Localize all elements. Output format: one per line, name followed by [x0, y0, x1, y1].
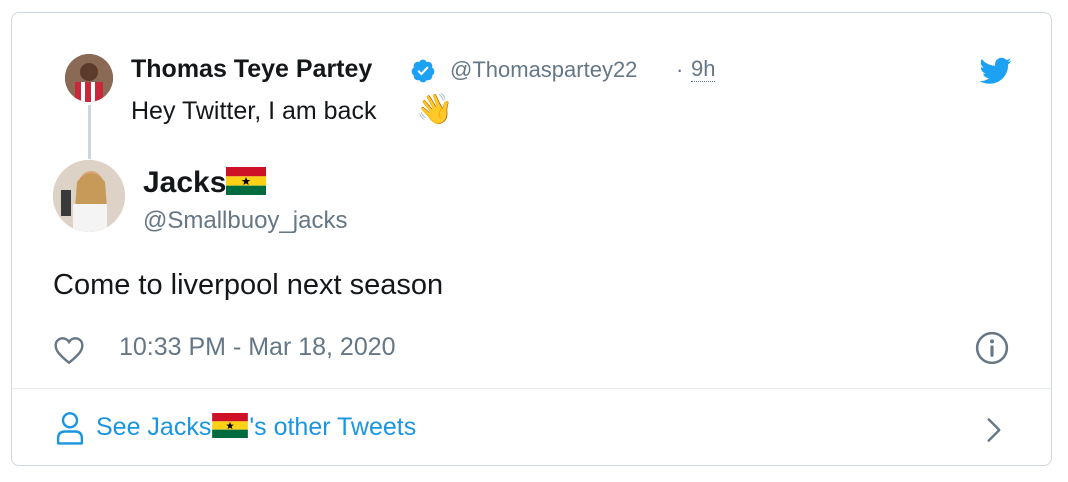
- verified-badge-icon: [411, 59, 435, 83]
- parent-tweet-time[interactable]: 9h: [691, 57, 716, 82]
- main-author-handle[interactable]: @Smallbuoy_jacks: [143, 207, 347, 235]
- info-icon[interactable]: [975, 331, 1009, 365]
- see-other-tweets-link[interactable]: See Jacks's other Tweets: [96, 413, 416, 442]
- main-author-name[interactable]: Jacks: [143, 166, 267, 200]
- chevron-right-icon[interactable]: [985, 417, 1003, 443]
- parent-tweet-text: Hey Twitter, I am back: [131, 97, 377, 125]
- main-tweet-avatar[interactable]: [53, 160, 125, 232]
- heart-icon[interactable]: [53, 335, 85, 365]
- ghana-flag-icon: [226, 167, 267, 195]
- main-tweet-text: Come to liverpool next season: [53, 269, 444, 301]
- see-other-tweets-footer[interactable]: See Jacks's other Tweets: [12, 389, 1051, 465]
- parent-tweet-avatar[interactable]: [65, 54, 113, 102]
- parent-author-handle[interactable]: @Thomaspartey22: [450, 57, 637, 83]
- tweet-timestamp[interactable]: 10:33 PM - Mar 18, 2020: [119, 333, 396, 362]
- waving-hand-emoji: 👋: [416, 93, 454, 126]
- thread-connector-line: [88, 105, 91, 159]
- ghana-flag-icon: [212, 413, 249, 438]
- parent-author-name[interactable]: Thomas Teye Partey: [131, 55, 372, 84]
- twitter-bird-icon[interactable]: [980, 57, 1012, 85]
- embedded-tweet-card: Thomas Teye Partey @Thomaspartey22 · 9h …: [11, 12, 1052, 466]
- separator-dot: ·: [676, 57, 684, 82]
- person-icon: [56, 412, 84, 445]
